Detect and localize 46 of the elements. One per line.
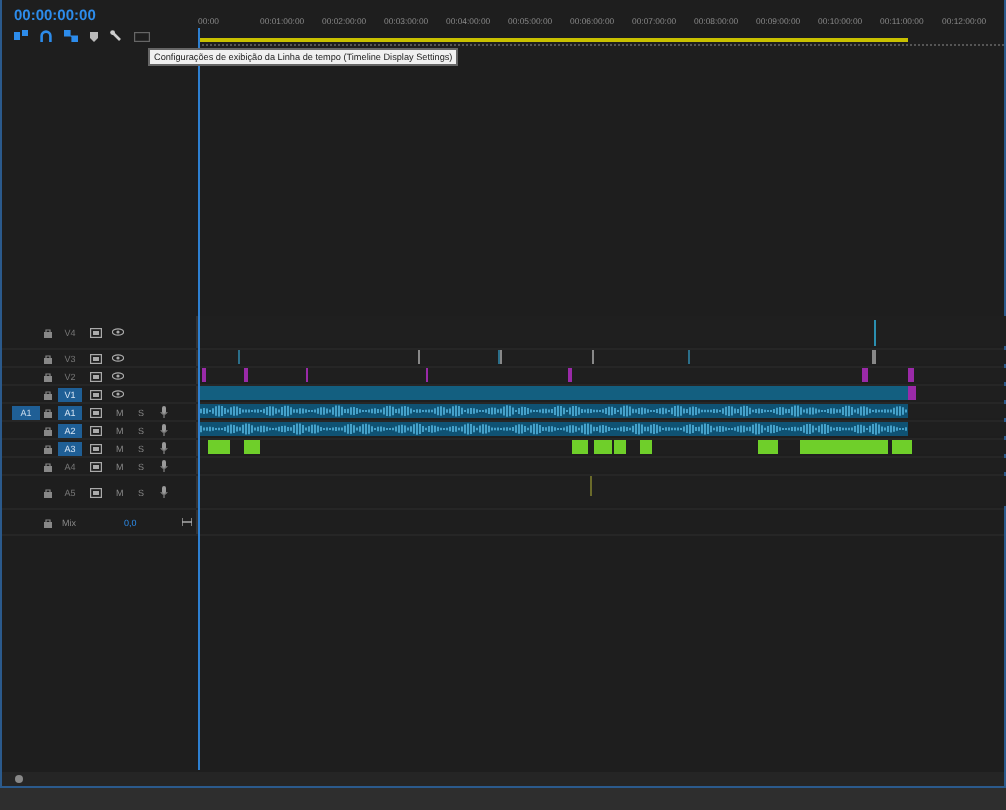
audio-clip[interactable] [800, 440, 888, 454]
track-output-icon[interactable] [90, 371, 102, 381]
track-output-icon[interactable] [90, 461, 102, 471]
track-output-icon[interactable] [90, 389, 102, 399]
lock-icon[interactable] [44, 517, 52, 527]
audio-clip[interactable] [892, 440, 912, 454]
track-output-icon[interactable] [90, 487, 102, 497]
lock-icon[interactable] [44, 407, 52, 417]
wrench-icon[interactable] [110, 30, 122, 42]
link-icon[interactable] [64, 30, 78, 42]
microphone-icon[interactable] [160, 442, 168, 454]
track-output-icon[interactable] [90, 327, 102, 337]
nest-icon[interactable] [14, 30, 28, 42]
lock-icon[interactable] [44, 425, 52, 435]
horizontal-scrollbar[interactable] [2, 772, 1004, 786]
microphone-icon[interactable] [160, 406, 168, 418]
lock-icon[interactable] [44, 389, 52, 399]
track-output-icon[interactable] [90, 353, 102, 363]
captions-icon[interactable] [134, 31, 150, 41]
track-output-icon[interactable] [90, 407, 102, 417]
clip-marker[interactable] [418, 350, 420, 364]
track-output-icon[interactable] [90, 425, 102, 435]
microphone-icon[interactable] [160, 424, 168, 436]
audio-clip[interactable] [208, 440, 230, 454]
microphone-icon[interactable] [160, 486, 168, 498]
eye-icon[interactable] [112, 372, 124, 380]
zoom-handle-icon[interactable] [14, 774, 24, 784]
eye-icon[interactable] [112, 354, 124, 362]
audio-clip[interactable] [758, 440, 778, 454]
clip-marker[interactable] [872, 350, 876, 364]
lock-icon[interactable] [44, 461, 52, 471]
magnet-icon[interactable] [40, 30, 52, 42]
audio-clip[interactable] [244, 440, 260, 454]
microphone-icon[interactable] [160, 460, 168, 472]
end-point-icon[interactable] [182, 518, 192, 526]
eye-icon[interactable] [112, 328, 124, 336]
lock-icon[interactable] [44, 487, 52, 497]
video-clip[interactable] [862, 368, 868, 382]
track-output-icon[interactable] [90, 443, 102, 453]
lock-icon[interactable] [44, 327, 52, 337]
lock-icon[interactable] [44, 353, 52, 363]
marker-icon[interactable] [90, 31, 98, 41]
lock-icon[interactable] [44, 443, 52, 453]
eye-icon[interactable] [112, 390, 124, 398]
clip-marker[interactable] [592, 350, 594, 364]
lock-icon[interactable] [44, 371, 52, 381]
